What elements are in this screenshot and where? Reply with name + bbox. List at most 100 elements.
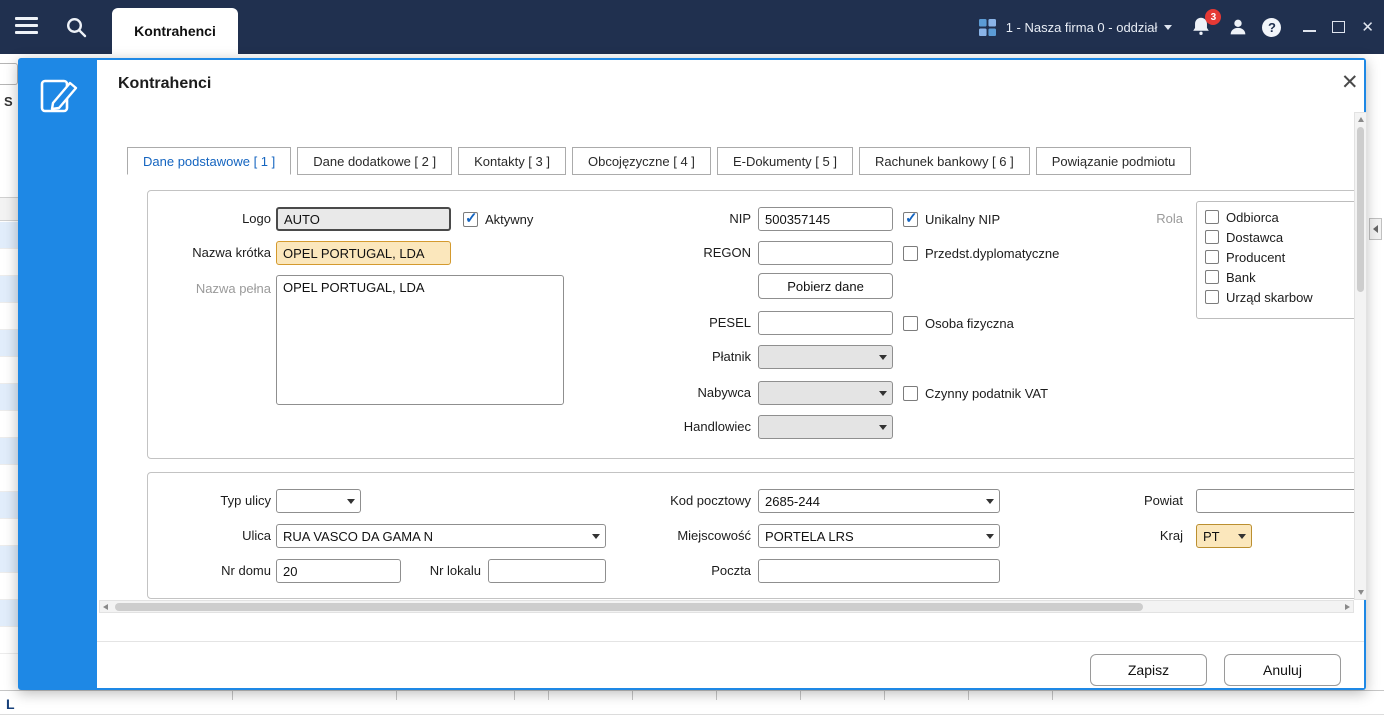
rola-bank-checkbox[interactable]: [1205, 270, 1219, 284]
logo-input[interactable]: [276, 207, 451, 231]
tab-rachunek-bankowy[interactable]: Rachunek bankowy [ 6 ]: [858, 147, 1030, 175]
nr-lokalu-input[interactable]: [488, 559, 606, 583]
cancel-button[interactable]: Anuluj: [1224, 654, 1341, 686]
dialog-main: Kontrahenci ✕ Dane podstawowe [ 1 ] Dane…: [97, 60, 1367, 688]
save-button[interactable]: Zapisz: [1090, 654, 1207, 686]
background-table-strip: S: [0, 54, 18, 690]
miejscowosc-label: Miejscowość: [677, 528, 751, 543]
przedst-dyplomatyczne-checkbox[interactable]: [903, 245, 918, 261]
pobierz-dane-button[interactable]: Pobierz dane: [758, 273, 893, 299]
unikalny-nip-checkbox-row[interactable]: Unikalny NIP: [903, 209, 1001, 228]
kraj-select[interactable]: PT: [1196, 524, 1252, 548]
chevron-left-icon: [1373, 225, 1378, 233]
horizontal-scrollbar-thumb[interactable]: [115, 603, 1143, 611]
logo-label: Logo: [242, 211, 271, 226]
minimize-button[interactable]: [1303, 21, 1317, 34]
tab-obcojezyczne[interactable]: Obcojęzyczne [ 4 ]: [571, 147, 711, 175]
osoba-fizyczna-checkbox[interactable]: [903, 315, 918, 331]
chevron-down-icon: [986, 534, 994, 539]
nr-domu-input[interactable]: [276, 559, 401, 583]
unikalny-nip-label: Unikalny NIP: [925, 211, 1001, 227]
scroll-left-arrow[interactable]: [103, 604, 108, 610]
vertical-scrollbar-thumb[interactable]: [1357, 127, 1364, 292]
column-divider: [396, 691, 397, 700]
scroll-right-arrow[interactable]: [1345, 604, 1350, 610]
rola-urzad-skarbowy-label: Urząd skarbow: [1226, 289, 1313, 305]
czynny-podatnik-vat-checkbox[interactable]: [903, 385, 918, 401]
company-selector[interactable]: 1 - Nasza firma 0 - oddział: [1006, 20, 1158, 35]
scroll-up-arrow[interactable]: [1357, 117, 1364, 122]
powiat-label: Powiat: [1143, 493, 1183, 508]
rola-dostawca-row[interactable]: Dostawca: [1205, 228, 1354, 246]
ulica-combo[interactable]: RUA VASCO DA GAMA N: [276, 524, 606, 548]
rola-bank-row[interactable]: Bank: [1205, 268, 1354, 286]
handlowiec-select[interactable]: [758, 415, 893, 439]
form-viewport: Dane podstawowe [ 1 ] Dane dodatkowe [ 2…: [97, 140, 1354, 600]
window-close-button[interactable]: ✕: [1361, 20, 1374, 35]
column-divider: [232, 691, 233, 700]
footer-divider: [97, 641, 1364, 642]
rola-urzad-skarbowy-checkbox[interactable]: [1205, 290, 1219, 304]
table-row: [0, 357, 18, 384]
table-row: [0, 627, 18, 654]
chevron-down-icon: [879, 391, 887, 396]
osoba-fizyczna-label: Osoba fizyczna: [925, 315, 1014, 331]
scroll-down-arrow[interactable]: [1357, 590, 1364, 595]
tab-dane-dodatkowe[interactable]: Dane dodatkowe [ 2 ]: [297, 147, 453, 175]
column-divider: [800, 691, 801, 700]
unikalny-nip-checkbox[interactable]: [903, 209, 918, 227]
table-row: [0, 519, 18, 546]
background-panel-collapse-arrow[interactable]: [1369, 218, 1382, 240]
background-statusbar-fragment: L: [6, 696, 15, 712]
tab-kontakty[interactable]: Kontakty [ 3 ]: [458, 147, 566, 175]
rola-urzad-skarbowy-row[interactable]: Urząd skarbow: [1205, 288, 1354, 306]
horizontal-scrollbar[interactable]: [99, 600, 1354, 613]
table-row: [0, 276, 18, 303]
typ-ulicy-select[interactable]: [276, 489, 361, 513]
apps-grid-icon[interactable]: [978, 18, 996, 36]
menu-icon[interactable]: [15, 17, 39, 37]
search-icon[interactable]: [64, 15, 88, 44]
regon-input[interactable]: [758, 241, 893, 265]
tab-powiazanie-podmiotu[interactable]: Powiązanie podmiotu: [1035, 147, 1192, 175]
maximize-button[interactable]: [1332, 21, 1346, 33]
poczta-label: Poczta: [711, 563, 751, 578]
nazwa-pelna-label: Nazwa pełna: [195, 281, 271, 296]
tab-dane-podstawowe[interactable]: Dane podstawowe [ 1 ]: [127, 147, 292, 175]
rola-odbiorca-row[interactable]: Odbiorca: [1205, 208, 1354, 226]
dialog-close-button[interactable]: ✕: [1335, 69, 1365, 96]
vertical-scrollbar[interactable]: [1354, 112, 1367, 600]
przedst-dyplomatyczne-checkbox-row[interactable]: Przedst.dyplomatyczne: [903, 244, 1059, 262]
table-row: [0, 411, 18, 438]
identification-fieldset: Logo Aktywny Nazwa krótka Nazwa pełna OP…: [147, 190, 1354, 459]
pesel-input[interactable]: [758, 311, 893, 335]
column-divider: [884, 691, 885, 700]
user-profile-button[interactable]: [1227, 16, 1249, 38]
rola-odbiorca-checkbox[interactable]: [1205, 210, 1219, 224]
osoba-fizyczna-checkbox-row[interactable]: Osoba fizyczna: [903, 314, 1014, 332]
nazwa-krotka-input[interactable]: [276, 241, 451, 265]
nr-domu-label: Nr domu: [221, 563, 271, 578]
aktywny-checkbox-row[interactable]: Aktywny: [463, 209, 533, 228]
notification-badge: 3: [1205, 9, 1222, 25]
aktywny-checkbox[interactable]: [463, 209, 478, 227]
ulica-label: Ulica: [242, 528, 271, 543]
miejscowosc-combo[interactable]: PORTELA LRS: [758, 524, 1000, 548]
nazwa-pelna-textarea[interactable]: OPEL PORTUGAL, LDA: [276, 275, 564, 405]
powiat-input[interactable]: [1196, 489, 1354, 513]
tab-e-dokumenty[interactable]: E-Dokumenty [ 5 ]: [716, 147, 853, 175]
notifications-button[interactable]: 3: [1190, 9, 1222, 39]
nip-input[interactable]: [758, 207, 893, 231]
rola-producent-row[interactable]: Producent: [1205, 248, 1354, 266]
ulica-combo-value: RUA VASCO DA GAMA N: [283, 528, 434, 544]
czynny-podatnik-vat-checkbox-row[interactable]: Czynny podatnik VAT: [903, 384, 1048, 402]
rola-producent-checkbox[interactable]: [1205, 250, 1219, 264]
poczta-input[interactable]: [758, 559, 1000, 583]
nabywca-select[interactable]: [758, 381, 893, 405]
kod-pocztowy-combo[interactable]: 2685-244: [758, 489, 1000, 513]
rola-dostawca-checkbox[interactable]: [1205, 230, 1219, 244]
help-button[interactable]: ?: [1262, 17, 1282, 37]
address-fieldset: Typ ulicy Ulica RUA VASCO DA GAMA N Nr d…: [147, 472, 1354, 599]
platnik-select[interactable]: [758, 345, 893, 369]
tab-kontrahenci[interactable]: Kontrahenci: [112, 8, 238, 54]
